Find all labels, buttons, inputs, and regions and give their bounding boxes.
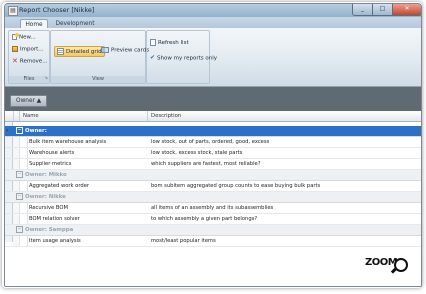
show-my-reports-toggle[interactable]: ✔ Show my reports only <box>150 55 217 62</box>
table-row[interactable]: Recursive BOM all items of an assembly a… <box>5 203 421 214</box>
group-title: Owner: Mikko <box>25 172 67 178</box>
group-title: Owner: Nikke <box>25 194 66 200</box>
show-my-reports-label: Show my reports only <box>157 55 218 62</box>
table-row[interactable]: Bulk item warehouse analysis low stock, … <box>5 137 421 148</box>
grid-header: Name Description <box>5 111 421 122</box>
group-title: Owner: Samppa <box>25 227 74 233</box>
zoom-watermark: ZOOM <box>365 257 398 268</box>
import-icon <box>12 46 18 52</box>
table-row[interactable]: BOM relation solver to which assembly a … <box>5 214 421 225</box>
refresh-label: Refresh list <box>158 40 189 46</box>
import-label: Import... <box>20 46 44 53</box>
column-header-description[interactable]: Description <box>147 111 421 121</box>
report-description: most/least popular items <box>151 238 216 244</box>
group-row-samppa[interactable]: − Owner: Samppa <box>5 225 421 236</box>
refresh-icon <box>150 39 156 46</box>
grid-icon <box>57 48 64 55</box>
group-row-mikko[interactable]: − Owner: Mikko <box>5 170 421 181</box>
collapse-icon[interactable]: − <box>16 193 23 200</box>
remove-button[interactable]: ✕ Remove... <box>12 58 47 65</box>
report-name: Warehouse alerts <box>29 150 75 156</box>
group-by-panel: Owner ▲ <box>5 87 421 111</box>
import-button[interactable]: Import... <box>12 46 44 53</box>
new-button[interactable]: New... <box>12 33 36 41</box>
report-description: to which assembly a given part belongs? <box>151 216 258 222</box>
view-group-label: View <box>51 76 145 83</box>
current-row-arrow-icon: › <box>6 127 9 134</box>
table-row[interactable]: Item usage analysis most/least popular i… <box>5 236 421 247</box>
report-name: Item usage analysis <box>29 238 81 244</box>
group-title: Owner: <box>25 128 47 134</box>
collapse-icon[interactable]: − <box>16 226 23 233</box>
report-description: bom subitem aggregated group counts to e… <box>151 183 321 189</box>
report-description: all items of an assembly and its subasse… <box>151 205 274 211</box>
detailed-grid-button[interactable]: Detailed grid <box>54 46 105 57</box>
report-name: Bulk item warehouse analysis <box>29 139 107 145</box>
remove-label: Remove... <box>19 58 48 65</box>
new-label: New... <box>19 34 36 41</box>
dialog-launcher-icon[interactable]: ↘ <box>44 75 48 82</box>
window-title: Report Chooser [Nikke] <box>19 6 95 14</box>
ribbon: New... Import... ✕ Remove... Files ↘ Detai… <box>5 28 421 87</box>
detailed-grid-label: Detailed grid <box>66 49 102 55</box>
report-name: Supplier metrics <box>29 161 72 167</box>
refresh-list-button[interactable]: Refresh list <box>150 39 189 46</box>
cards-icon <box>101 47 109 53</box>
group-row-nikke[interactable]: − Owner: Nikke <box>5 192 421 203</box>
table-row[interactable]: Warehouse alerts low stock, excess stock… <box>5 148 421 159</box>
title-bar[interactable]: ▤ Report Chooser [Nikke] _ □ ✕ <box>5 4 421 17</box>
new-document-icon <box>12 33 19 40</box>
report-description: low stock, out of parts, ordered, good, … <box>151 139 270 145</box>
preview-cards-label: Preview cards <box>111 47 150 54</box>
minimize-button[interactable]: _ <box>352 4 373 16</box>
check-icon: ✔ <box>150 54 156 61</box>
column-header-name[interactable]: Name <box>19 111 150 121</box>
maximize-button[interactable]: □ <box>372 4 393 16</box>
table-row[interactable]: Supplier metrics which suppliers are fas… <box>5 159 421 170</box>
group-row-owner[interactable]: › − Owner: <box>5 126 421 137</box>
files-group-label: Files ↘ <box>9 76 49 83</box>
report-description: low stock, excess stock, stale parts <box>151 150 243 156</box>
report-name: Recursive BOM <box>29 205 68 211</box>
close-button[interactable]: ✕ <box>392 4 421 16</box>
remove-icon: ✕ <box>12 57 18 65</box>
preview-cards-button[interactable]: Preview cards <box>101 47 149 54</box>
files-group: New... Import... ✕ Remove... Files ↘ <box>8 30 50 84</box>
view-group: Detailed grid Preview cards View <box>50 30 149 84</box>
reports-group: Refresh list ✔ Show my reports only <box>146 30 217 84</box>
report-description: which suppliers are fastest, most reliab… <box>151 161 261 167</box>
table-row[interactable]: Aggregated work order bom subitem aggreg… <box>5 181 421 192</box>
app-window: ▤ Report Chooser [Nikke] _ □ ✕ Home Deve… <box>4 3 422 287</box>
report-name: BOM relation solver <box>29 216 80 222</box>
collapse-icon[interactable]: − <box>16 127 23 134</box>
collapse-icon[interactable]: − <box>16 171 23 178</box>
report-name: Aggregated work order <box>29 183 90 189</box>
form-icon: ▤ <box>8 6 18 16</box>
group-by-owner-chip[interactable]: Owner ▲ <box>10 95 48 107</box>
reports-grid: Name Description › − Owner: Bulk item war… <box>5 111 421 286</box>
